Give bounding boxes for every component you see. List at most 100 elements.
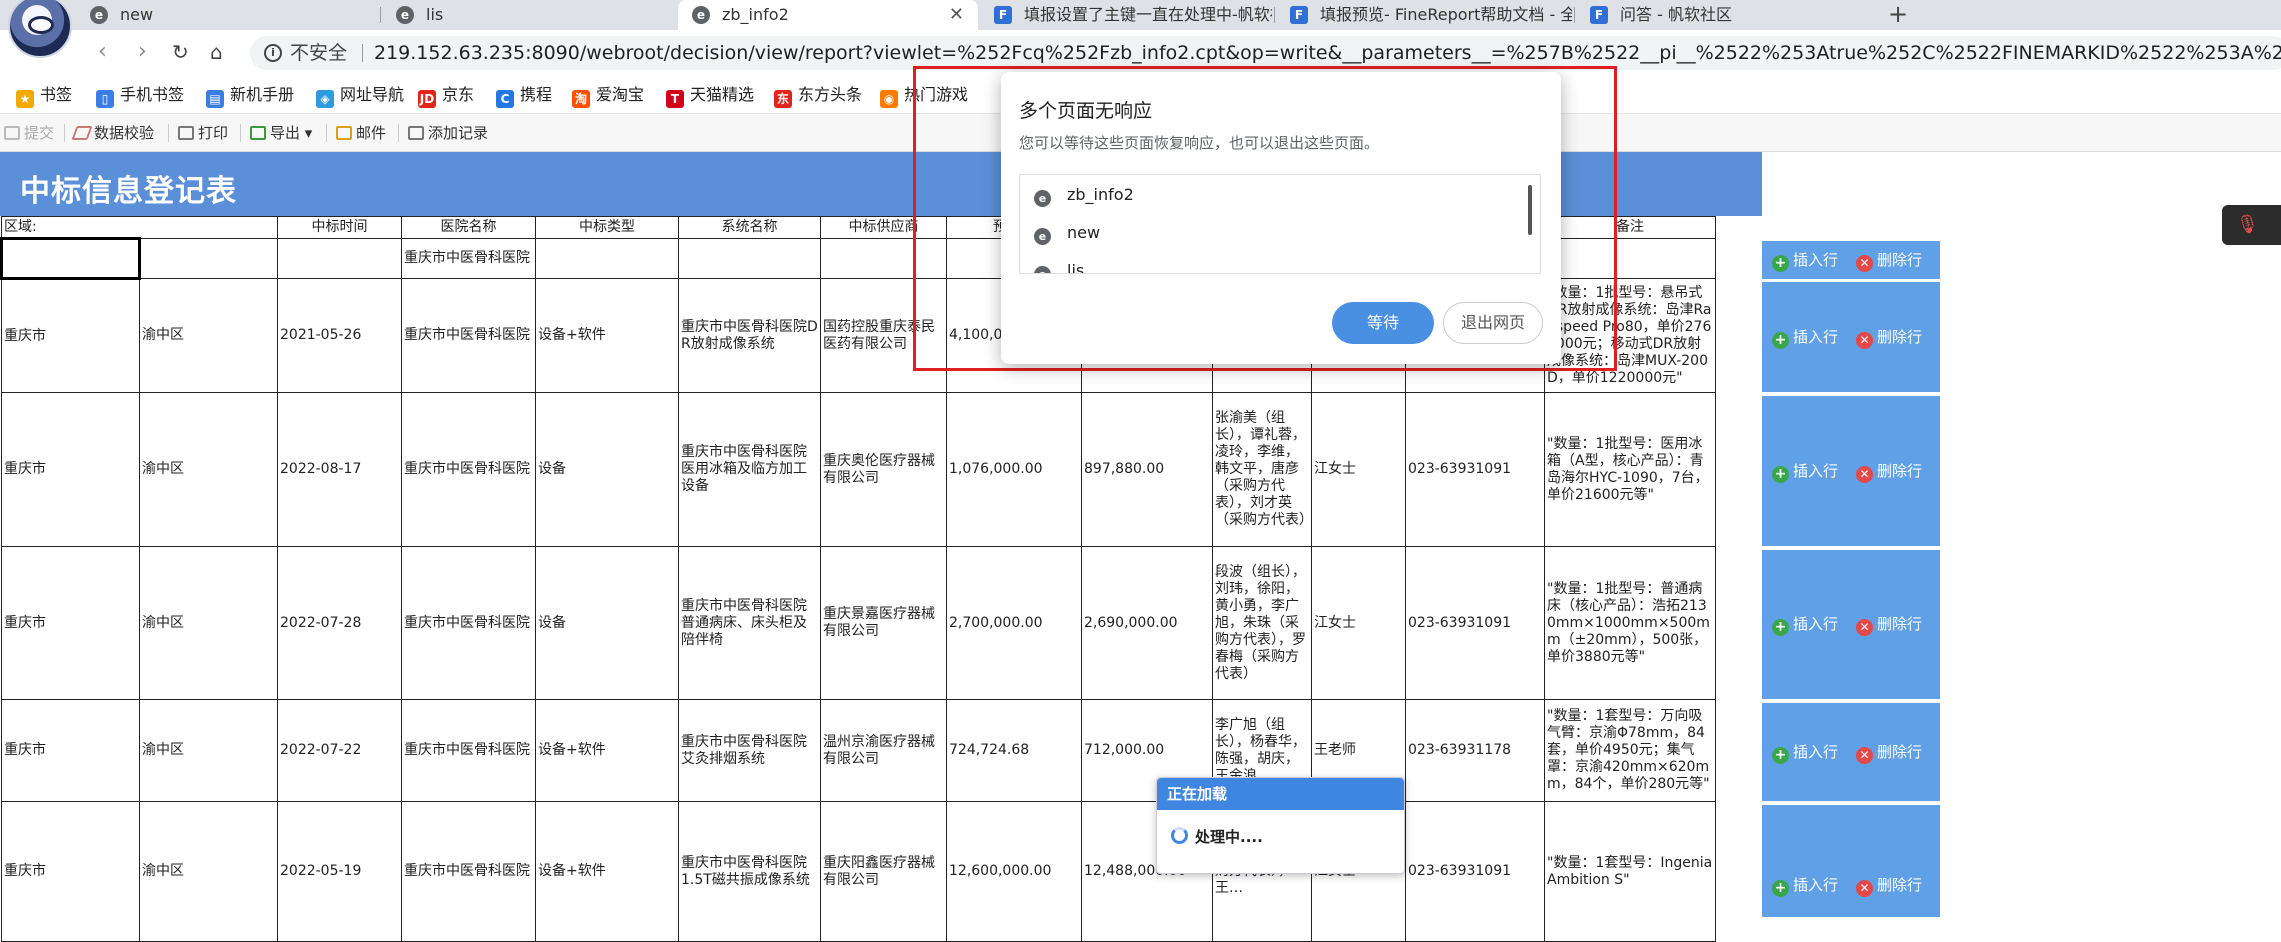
export-button[interactable]: 导出 ▾ xyxy=(250,123,312,143)
type-cell[interactable]: 设备+软件 xyxy=(535,278,679,393)
delete-row-button[interactable]: ✕ 删除行 xyxy=(1856,461,1922,483)
supplier-cell[interactable]: 重庆阳鑫医疗器械有限公司 xyxy=(820,801,947,942)
bookmark-item[interactable]: ◈ 网址导航 xyxy=(316,84,404,108)
info-icon[interactable]: i xyxy=(264,44,282,62)
district-cell[interactable]: 渝中区 xyxy=(139,392,278,547)
remark-cell[interactable]: "数量：1批型号：医用冰箱（A型，核心产品）：青岛海尔HYC-1090，7台，单… xyxy=(1544,392,1716,547)
list-item[interactable]: e zb_info2 xyxy=(1034,185,1134,207)
wait-button[interactable]: 等待 xyxy=(1332,302,1434,344)
insert-row-button[interactable]: + 插入行 xyxy=(1772,461,1838,483)
hospital-filter-cell[interactable]: 重庆市中医骨科医院 xyxy=(401,238,536,279)
city-cell[interactable]: 重庆市 xyxy=(1,801,140,942)
bookmark-item[interactable]: C 携程 xyxy=(496,84,552,108)
city-cell[interactable]: 重庆市 xyxy=(1,392,140,547)
supplier-cell[interactable]: 重庆奥伦医疗器械有限公司 xyxy=(820,392,947,547)
bookmark-item[interactable]: ★ 书签 xyxy=(16,84,72,108)
tab-lis[interactable]: e lis xyxy=(382,0,682,30)
tab-zb-info2[interactable]: e zb_info2 ✕ xyxy=(678,0,978,30)
home-icon[interactable]: ⌂ xyxy=(210,38,223,66)
bookmark-item[interactable]: 东东方头条 xyxy=(774,84,862,108)
bookmark-item[interactable]: JD 京东 xyxy=(418,84,474,108)
date-cell[interactable]: 2021-05-26 xyxy=(277,278,402,393)
phone-cell[interactable]: 023-63931091 xyxy=(1405,392,1545,547)
district-cell[interactable]: 渝中区 xyxy=(139,699,278,802)
type-cell[interactable]: 设备 xyxy=(535,392,679,547)
system-cell[interactable]: 重庆市中医骨科医院DR放射成像系统 xyxy=(678,278,821,393)
tab-new[interactable]: e new xyxy=(76,0,376,30)
supplier-cell[interactable]: 温州京渝医疗器械有限公司 xyxy=(820,699,947,802)
unresponsive-page-list[interactable]: ezb_info2 enew elis xyxy=(1019,174,1541,274)
district-cell[interactable]: 渝中区 xyxy=(139,278,278,393)
date-cell[interactable]: 2022-07-28 xyxy=(277,546,402,700)
team-cell[interactable]: 段波（组长），刘玮，徐阳，黄小勇，李广旭，朱珠（采购方代表），罗春梅（采购方代表… xyxy=(1212,546,1312,700)
date-cell[interactable]: 2022-07-22 xyxy=(277,699,402,802)
list-item[interactable]: e lis xyxy=(1034,261,1084,273)
bookmark-item[interactable]: T 天猫精选 xyxy=(666,84,754,108)
city-cell[interactable]: 重庆市 xyxy=(1,699,140,802)
system-cell[interactable]: 重庆市中医骨科医院艾灸排烟系统 xyxy=(678,699,821,802)
insert-row-button[interactable]: + 插入行 xyxy=(1772,614,1838,636)
contact-cell[interactable]: 江女士 xyxy=(1311,392,1406,547)
filter-cell[interactable] xyxy=(678,238,821,279)
forward-icon[interactable]: › xyxy=(138,38,147,66)
mail-button[interactable]: 邮件 xyxy=(336,123,386,143)
back-icon[interactable]: ‹ xyxy=(98,38,107,66)
budget-cell[interactable]: 1,076,000.00 xyxy=(946,392,1082,547)
security-label[interactable]: 不安全 xyxy=(290,36,347,70)
budget-cell[interactable]: 724,724.68 xyxy=(946,699,1082,802)
tab-close-icon[interactable]: ✕ xyxy=(949,0,964,30)
phone-cell[interactable]: 023-63931178 xyxy=(1405,699,1545,802)
new-tab-button[interactable]: + xyxy=(1888,0,1908,28)
insert-row-button[interactable]: + 插入行 xyxy=(1772,250,1838,272)
address-bar[interactable]: i 不安全 219.152.63.235:8090/webroot/decisi… xyxy=(250,36,2281,70)
district-cell[interactable]: 渝中区 xyxy=(139,546,278,700)
insert-row-button[interactable]: + 插入行 xyxy=(1772,327,1838,349)
delete-row-button[interactable]: ✕ 删除行 xyxy=(1856,327,1922,349)
url-text[interactable]: 219.152.63.235:8090/webroot/decision/vie… xyxy=(374,36,2281,70)
hospital-cell[interactable]: 重庆市中医骨科医院 xyxy=(401,801,536,942)
team-cell[interactable]: 张渝美（组长），谭礼蓉，凌玲，李维，韩文平，唐彦（采购方代表），刘才英（采购方代… xyxy=(1212,392,1312,547)
budget-cell[interactable]: 12,600,000.00 xyxy=(946,801,1082,942)
delete-row-button[interactable]: ✕ 删除行 xyxy=(1856,742,1922,764)
submit-button[interactable]: 提交 xyxy=(4,123,54,143)
remark-cell[interactable]: "数量：1套型号：Ingenia Ambition S" xyxy=(1544,801,1716,942)
remark-cell[interactable]: "数量：1批型号：普通病床（核心产品）：浩拓2130mm×1000mm×500m… xyxy=(1544,546,1716,700)
contact-cell[interactable]: 江女士 xyxy=(1311,546,1406,700)
date-cell[interactable]: 2022-08-17 xyxy=(277,392,402,547)
remark-cell[interactable]: "数量：1套型号：万向吸气臂：京渝Φ78mm，84套，单价4950元；集气罩：京… xyxy=(1544,699,1716,802)
date-cell[interactable]: 2022-05-19 xyxy=(277,801,402,942)
phone-cell[interactable]: 023-63931091 xyxy=(1405,801,1545,942)
insert-row-button[interactable]: + 插入行 xyxy=(1772,742,1838,764)
bookmark-item[interactable]: 淘爱淘宝 xyxy=(572,84,644,108)
delete-row-button[interactable]: ✕ 删除行 xyxy=(1856,250,1922,272)
amount-cell[interactable]: 897,880.00 xyxy=(1081,392,1213,547)
list-item[interactable]: e new xyxy=(1034,223,1100,245)
supplier-cell[interactable]: 重庆景嘉医疗器械有限公司 xyxy=(820,546,947,700)
hospital-cell[interactable]: 重庆市中医骨科医院 xyxy=(401,546,536,700)
list-scrollbar[interactable] xyxy=(1528,185,1532,235)
phone-cell[interactable]: 023-63931091 xyxy=(1405,546,1545,700)
delete-row-button[interactable]: ✕ 删除行 xyxy=(1856,875,1922,897)
city-cell[interactable]: 重庆市 xyxy=(1,546,140,700)
type-cell[interactable]: 设备+软件 xyxy=(535,801,679,942)
system-cell[interactable]: 重庆市中医骨科医院医用冰箱及临方加工设备 xyxy=(678,392,821,547)
tab-finereport-docs[interactable]: F 填报预览- FineReport帮助文档 - 全 xyxy=(1276,0,1572,30)
hospital-cell[interactable]: 重庆市中医骨科医院 xyxy=(401,699,536,802)
budget-cell[interactable]: 2,700,000.00 xyxy=(946,546,1082,700)
district-cell[interactable]: 渝中区 xyxy=(139,801,278,942)
bookmark-item[interactable]: ▤ 新机手册 xyxy=(206,84,294,108)
hospital-cell[interactable]: 重庆市中医骨科医院 xyxy=(401,392,536,547)
tab-finereport-forum[interactable]: F 填报设置了主键一直在处理中-帆软社 xyxy=(980,0,1272,30)
type-cell[interactable]: 设备 xyxy=(535,546,679,700)
add-record-button[interactable]: 添加记录 xyxy=(408,123,488,143)
system-cell[interactable]: 重庆市中医骨科医院1.5T磁共振成像系统 xyxy=(678,801,821,942)
reload-icon[interactable]: ↻ xyxy=(172,38,189,66)
amount-cell[interactable]: 2,690,000.00 xyxy=(1081,546,1213,700)
type-cell[interactable]: 设备+软件 xyxy=(535,699,679,802)
exit-pages-button[interactable]: 退出网页 xyxy=(1443,302,1543,344)
filter-cell[interactable] xyxy=(277,238,402,279)
mic-off-icon[interactable]: 🎙 xyxy=(2222,205,2281,245)
city-cell[interactable]: 重庆市 xyxy=(1,278,140,393)
delete-row-button[interactable]: ✕ 删除行 xyxy=(1856,614,1922,636)
validate-button[interactable]: 数据校验 xyxy=(71,123,154,143)
